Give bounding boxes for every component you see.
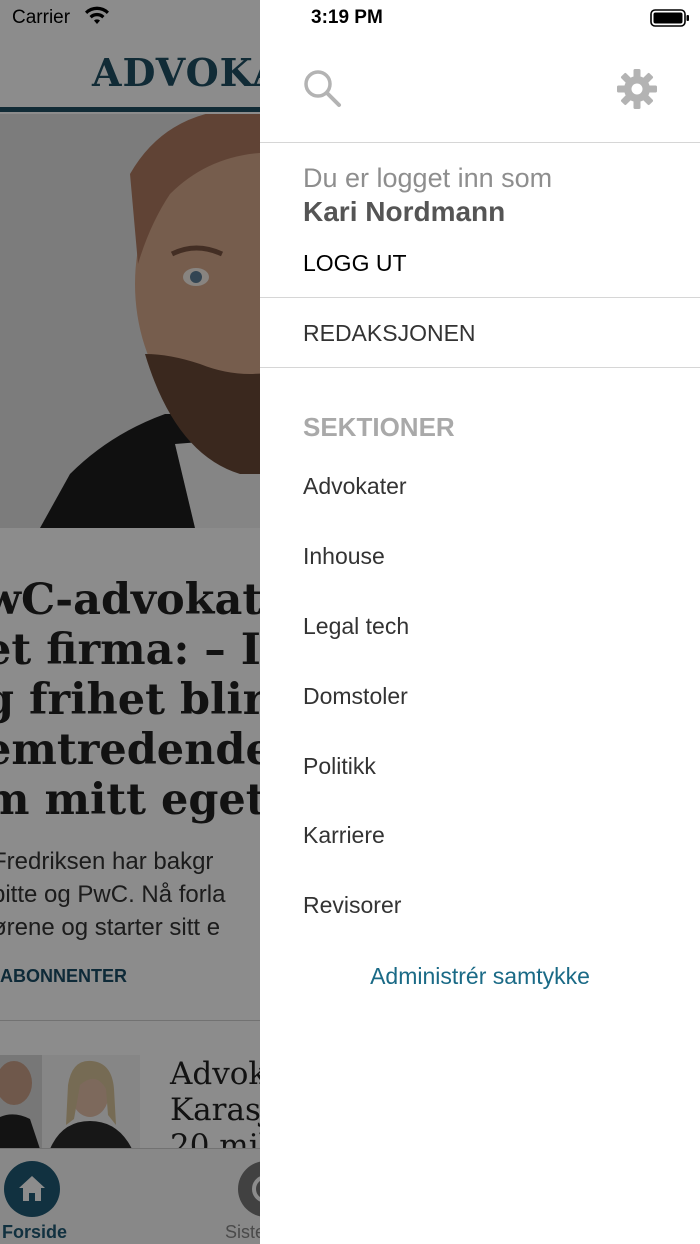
status-time: 3:19 PM [311, 7, 383, 28]
section-item-legal-tech[interactable]: Legal tech [260, 592, 700, 662]
section-item-karriere[interactable]: Karriere [260, 801, 700, 871]
search-button[interactable] [302, 68, 342, 108]
section-label: Inhouse [303, 543, 385, 570]
section-item-domstoler[interactable]: Domstoler [260, 661, 700, 731]
side-drawer-menu: 3:19 PM Du er logget inn som Kari Nordma… [260, 0, 700, 1244]
logout-button[interactable]: LOGG UT [303, 250, 407, 277]
status-bar-right: 3:19 PM [260, 0, 700, 36]
section-label: Karriere [303, 822, 385, 849]
menu-item-redaksjonen[interactable]: REDAKSJONEN [260, 298, 700, 368]
settings-button[interactable] [616, 68, 658, 110]
section-label: Domstoler [303, 682, 408, 709]
section-item-revisorer[interactable]: Revisorer [260, 871, 700, 941]
section-label: Legal tech [303, 612, 410, 639]
sections-heading: SEKTIONER [303, 412, 455, 442]
logged-in-label: Du er logget inn som [303, 163, 553, 193]
gear-icon [617, 69, 657, 109]
section-item-advokater[interactable]: Advokater [260, 452, 700, 522]
drawer-toolbar [260, 36, 700, 143]
search-icon [304, 70, 341, 107]
section-label: Politikk [303, 752, 376, 779]
section-item-inhouse[interactable]: Inhouse [260, 522, 700, 592]
section-item-politikk[interactable]: Politikk [260, 731, 700, 801]
login-info: Du er logget inn som Kari Nordmann LOGG … [260, 143, 700, 298]
menu-item-label: REDAKSJONEN [303, 320, 476, 346]
section-label: Revisorer [303, 892, 402, 919]
user-name: Kari Nordmann [303, 196, 506, 227]
section-label: Advokater [303, 473, 407, 500]
manage-consent-link[interactable]: Administrér samtykke [260, 963, 700, 990]
sections-list: Advokater Inhouse Legal tech Domstoler P… [260, 452, 700, 941]
battery-icon [650, 9, 689, 27]
